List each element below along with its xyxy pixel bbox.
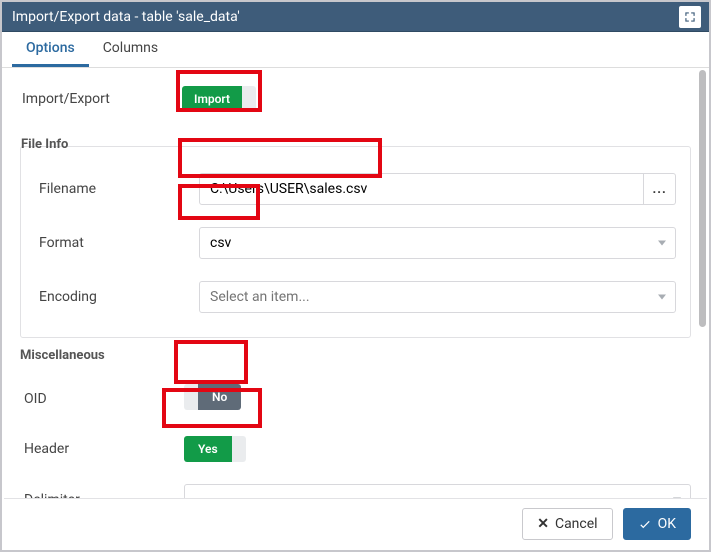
filename-label: Filename	[39, 181, 199, 197]
ok-button[interactable]: OK	[623, 508, 691, 540]
scrollbar[interactable]	[697, 70, 707, 498]
expand-icon	[683, 10, 697, 24]
header-toggle[interactable]: Yes	[184, 436, 246, 462]
tab-columns[interactable]: Columns	[89, 32, 172, 67]
tab-bar: Options Columns	[2, 32, 709, 68]
import-export-label: Import/Export	[22, 91, 182, 107]
oid-toggle-text: No	[198, 384, 241, 410]
cancel-button[interactable]: ✕ Cancel	[522, 508, 612, 540]
oid-toggle[interactable]: No	[184, 384, 241, 410]
fieldset-file-info: File Info Filename ... Format	[20, 146, 691, 338]
header-label: Header	[24, 441, 184, 457]
check-icon	[638, 517, 652, 531]
encoding-label: Encoding	[39, 289, 199, 305]
format-label: Format	[39, 235, 199, 251]
misc-legend: Miscellaneous	[20, 348, 105, 363]
cancel-label: Cancel	[555, 516, 598, 532]
scrollbar-thumb[interactable]	[699, 70, 706, 327]
format-select[interactable]	[199, 227, 676, 259]
header-toggle-text: Yes	[184, 436, 232, 462]
dialog-titlebar: Import/Export data - table 'sale_data'	[2, 2, 709, 32]
ok-label: OK	[658, 516, 676, 532]
import-toggle-text: Import	[182, 86, 242, 112]
import-export-toggle[interactable]: Import	[182, 86, 256, 112]
browse-button[interactable]: ...	[644, 173, 676, 205]
dialog-footer: ✕ Cancel OK	[4, 498, 707, 548]
tab-options[interactable]: Options	[12, 32, 89, 67]
dialog-title: Import/Export data - table 'sale_data'	[12, 9, 240, 25]
form-options: Import/Export Import File Info Filename …	[2, 68, 709, 500]
encoding-select[interactable]	[199, 281, 676, 313]
format-value[interactable]	[199, 227, 676, 259]
close-icon: ✕	[537, 516, 549, 532]
maximize-button[interactable]	[679, 6, 701, 28]
filename-input[interactable]	[199, 173, 644, 205]
fieldset-miscellaneous: Miscellaneous OID No Header Yes	[20, 358, 691, 500]
oid-label: OID	[24, 391, 184, 407]
file-info-legend: File Info	[21, 137, 68, 152]
encoding-value[interactable]	[199, 281, 676, 313]
